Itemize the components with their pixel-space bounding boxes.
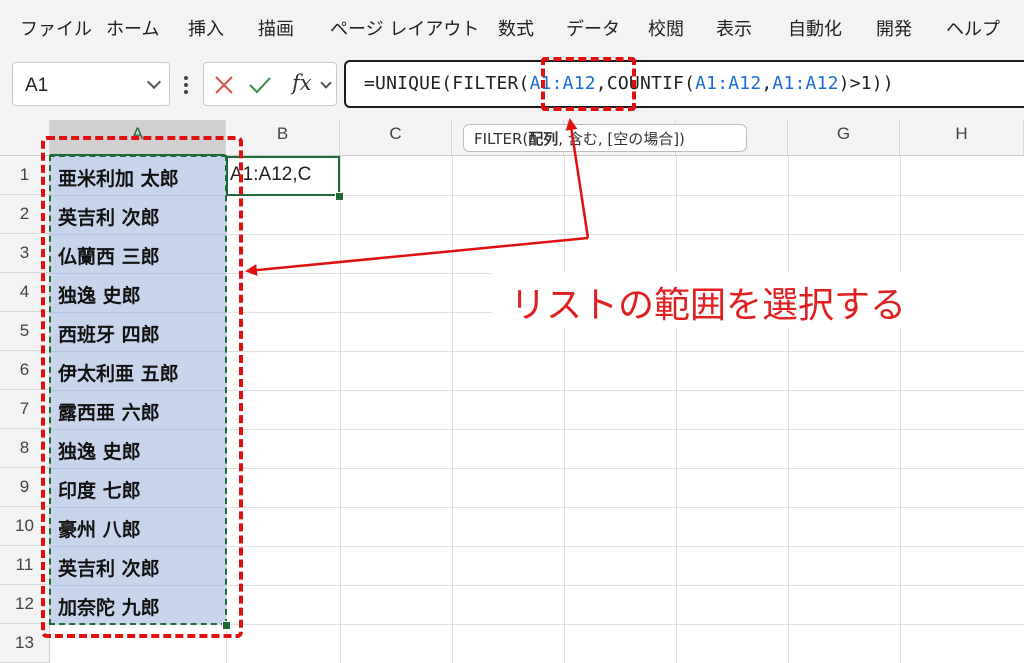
function-tooltip[interactable]: FILTER(配列, 含む, [空の場合]) bbox=[463, 124, 747, 152]
menu-help[interactable]: ヘルプ bbox=[946, 15, 1000, 41]
name-box-value: A1 bbox=[25, 75, 49, 96]
grid-line bbox=[564, 156, 565, 663]
menu-review[interactable]: 校閲 bbox=[648, 15, 684, 41]
ribbon-menu-bar: ファイル ホーム 挿入 描画 ページ レイアウト 数式 データ 校閲 表示 自動… bbox=[0, 0, 1024, 56]
annotation-box-column bbox=[41, 136, 243, 638]
name-box[interactable]: A1 bbox=[12, 62, 170, 106]
menu-insert[interactable]: 挿入 bbox=[188, 15, 224, 41]
grid-line bbox=[340, 156, 341, 663]
menu-automate[interactable]: 自動化 bbox=[788, 15, 842, 41]
grid-line bbox=[900, 156, 901, 663]
annotation-callout: リストの範囲を選択する bbox=[510, 285, 907, 326]
column-header-g[interactable]: G bbox=[788, 120, 900, 156]
menu-data[interactable]: データ bbox=[566, 15, 620, 41]
grid-line bbox=[452, 156, 453, 663]
formula-ref: A1:A12 bbox=[695, 73, 762, 94]
menu-home[interactable]: ホーム bbox=[106, 15, 159, 41]
formula-controls: fx bbox=[203, 62, 337, 106]
menu-view[interactable]: 表示 bbox=[716, 15, 752, 41]
formula-ref: A1:A12 bbox=[772, 73, 839, 94]
menu-page-layout[interactable]: ページ レイアウト bbox=[330, 15, 479, 41]
column-header-h[interactable]: H bbox=[900, 120, 1024, 156]
annotation-box-reference bbox=[541, 57, 636, 111]
formula-input[interactable]: =UNIQUE(FILTER(A1:A12,COUNTIF(A1:A12,A1:… bbox=[344, 60, 1024, 108]
more-options-icon[interactable] bbox=[184, 76, 188, 97]
menu-formulas[interactable]: 数式 bbox=[498, 15, 534, 41]
chevron-down-icon[interactable] bbox=[320, 77, 332, 89]
column-header-b[interactable]: B bbox=[226, 120, 340, 156]
menu-developer[interactable]: 開発 bbox=[876, 15, 912, 41]
menu-file[interactable]: ファイル bbox=[20, 15, 92, 41]
chevron-down-icon[interactable] bbox=[146, 74, 162, 90]
fill-handle[interactable] bbox=[335, 192, 344, 201]
insert-function-icon[interactable]: fx bbox=[292, 71, 312, 95]
grid-line bbox=[788, 156, 789, 663]
enter-check-icon[interactable] bbox=[248, 75, 272, 95]
grid-line bbox=[676, 156, 677, 663]
column-header-c[interactable]: C bbox=[340, 120, 452, 156]
cancel-icon[interactable] bbox=[214, 75, 234, 95]
menu-draw[interactable]: 描画 bbox=[258, 15, 294, 41]
